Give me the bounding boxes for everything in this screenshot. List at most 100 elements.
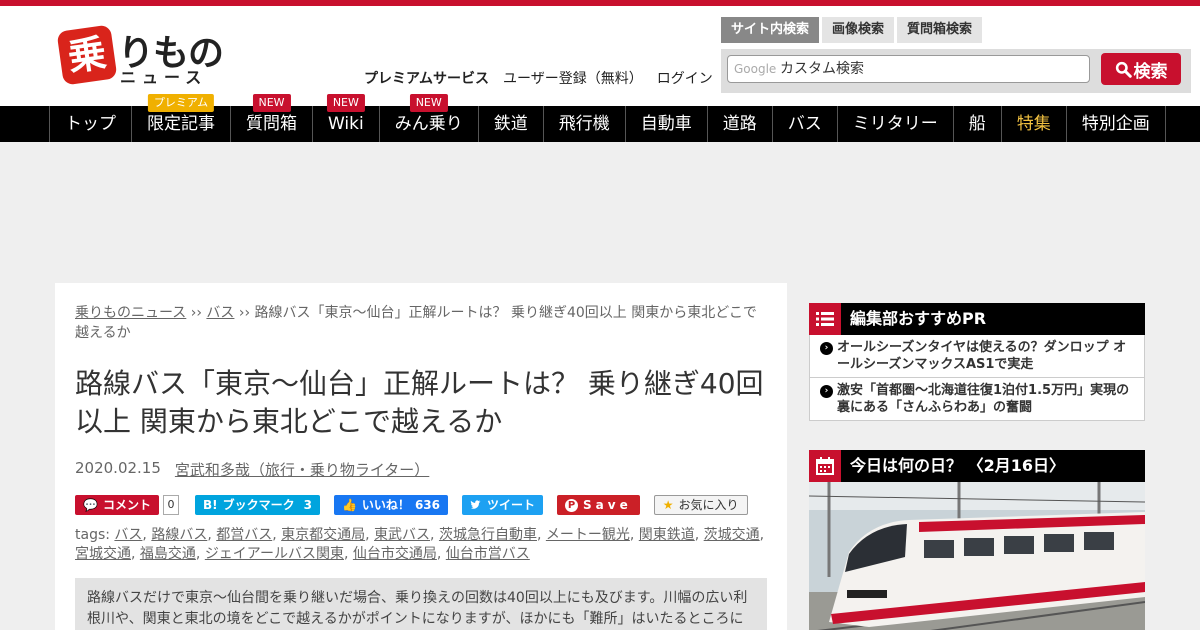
tag-link[interactable]: 仙台市営バス xyxy=(446,546,530,562)
list-icon xyxy=(809,303,841,335)
tag-link[interactable]: ジェイアールバス関東 xyxy=(205,546,344,562)
tag-link[interactable]: 宮城交通 xyxy=(75,546,131,562)
article-author[interactable]: 宮武和多哉（旅行・乗り物ライター） xyxy=(175,459,429,480)
tag-link[interactable]: 福島交通 xyxy=(140,546,196,562)
recommend-item-text: 激安「首都圏～北海道往復1泊付1.5万円」実現の裏にある「さんふらわあ」の奮闘 xyxy=(837,383,1130,415)
tag-link[interactable]: 仙台市交通局 xyxy=(353,546,437,562)
recommend-item[interactable]: › オールシーズンタイヤは使えるの？ダンロップ オールシーズンマックスAS1で実… xyxy=(809,335,1145,378)
today-panel-title: 今日は何の日？ 〈2月16日〉 xyxy=(850,456,1065,475)
nav-item-feature[interactable]: 特集 xyxy=(1002,106,1067,142)
nav-item-label: 鉄道 xyxy=(493,114,528,134)
nav-item-label: 飛行機 xyxy=(558,114,610,134)
search-placeholder: カスタム検索 xyxy=(780,61,864,77)
sidebar: 編集部おすすめPR › オールシーズンタイヤは使えるの？ダンロップ オールシーズ… xyxy=(809,303,1145,630)
today-panel: 今日は何の日？ 〈2月16日〉 xyxy=(809,450,1145,630)
tag-link[interactable]: バス xyxy=(114,527,142,543)
nav-item-military[interactable]: ミリタリー xyxy=(838,106,954,142)
main-nav: トップ 限定記事 プレミアム 質問箱 NEW Wiki NEW みん乗り NEW 鉄道 飛行機 自動車… xyxy=(0,94,1200,142)
calendar-icon xyxy=(809,450,841,482)
breadcrumb-home[interactable]: 乗りものニュース xyxy=(75,305,186,321)
tab-question-search[interactable]: 質問箱検索 xyxy=(897,17,983,43)
thumbs-up-icon: 👍 xyxy=(341,498,357,512)
nav-item-premium-articles[interactable]: 限定記事 プレミアム xyxy=(132,94,231,142)
site-logo[interactable]: 乗 りもの ニュース xyxy=(56,24,230,87)
register-link[interactable]: ユーザー登録（無料） xyxy=(503,68,643,88)
chevron-right-icon: › xyxy=(820,385,833,398)
nav-item-railway[interactable]: 鉄道 xyxy=(479,106,544,142)
tab-site-search[interactable]: サイト内検索 xyxy=(721,17,820,43)
tag-link[interactable]: メートー観光 xyxy=(546,527,630,543)
tab-image-search[interactable]: 画像検索 xyxy=(822,17,895,43)
search-icon xyxy=(1115,61,1132,78)
logo-subtext: ニュース xyxy=(120,68,208,87)
recommend-panel-header: 編集部おすすめPR xyxy=(809,303,1145,335)
nav-item-questions[interactable]: 質問箱 NEW xyxy=(231,94,313,142)
nav-item-ship[interactable]: 船 xyxy=(954,106,1002,142)
premium-badge: プレミアム xyxy=(147,94,215,112)
tag-link[interactable]: 路線バス xyxy=(151,527,207,543)
tags-label: tags: xyxy=(75,527,110,543)
login-link[interactable]: ログイン xyxy=(657,68,713,88)
nav-item-road[interactable]: 道路 xyxy=(708,106,773,142)
nav-item-label: Wiki xyxy=(328,114,364,134)
chevron-right-icon: › xyxy=(820,342,833,355)
favorite-button[interactable]: ★ お気に入り xyxy=(653,495,748,515)
comment-count: 0 xyxy=(162,495,179,515)
comment-button[interactable]: 💬 コメント xyxy=(75,495,159,515)
new-badge: NEW xyxy=(409,94,448,112)
nav-item-label: 道路 xyxy=(722,114,757,134)
logo-badge: 乗 xyxy=(56,24,118,86)
bookmark-count: 3 xyxy=(303,498,312,512)
train-photo[interactable] xyxy=(809,482,1145,630)
breadcrumb-category[interactable]: バス xyxy=(206,305,234,321)
nav-item-label: 特集 xyxy=(1016,114,1051,134)
pinterest-save-button[interactable]: P Save xyxy=(557,495,640,515)
nav-item-minnori[interactable]: みん乗り NEW xyxy=(380,94,479,142)
nav-item-label: 質問箱 xyxy=(246,114,297,134)
tag-link[interactable]: 東京都交通局 xyxy=(281,527,365,543)
favorite-label: お気に入り xyxy=(678,498,739,512)
pinterest-icon: P xyxy=(565,498,579,512)
tag-link[interactable]: 都営バス xyxy=(216,527,272,543)
premium-service-link[interactable]: プレミアムサービス xyxy=(364,68,489,88)
nav-item-airplane[interactable]: 飛行機 xyxy=(544,106,626,142)
tweet-label: ツイート xyxy=(487,498,536,512)
tag-link[interactable]: 関東鉄道 xyxy=(639,527,695,543)
nav-item-label: ミリタリー xyxy=(852,114,938,134)
twitter-bird-icon xyxy=(470,500,481,509)
tag-link[interactable]: 茨城急行自動車 xyxy=(439,527,537,543)
hatena-bookmark-button[interactable]: B! ブックマーク 3 xyxy=(194,495,320,515)
nav-item-label: バス xyxy=(787,114,822,134)
nav-item-label: 特別企画 xyxy=(1081,114,1150,134)
breadcrumb-separator: ›› xyxy=(186,305,207,321)
article-meta: 2020.02.15 宮武和多哉（旅行・乗り物ライター） xyxy=(75,459,767,480)
social-buttons: 💬 コメント 0 B! ブックマーク 3 👍 いいね！ 636 ツイート P S… xyxy=(75,494,767,516)
nav-item-wiki[interactable]: Wiki NEW xyxy=(313,94,380,142)
breadcrumb: 乗りものニュース ›› バス ›› 路線バス「東京～仙台」正解ルートは？ 乗り継… xyxy=(75,303,767,343)
nav-item-car[interactable]: 自動車 xyxy=(626,106,708,142)
nav-item-special[interactable]: 特別企画 xyxy=(1067,106,1166,142)
google-watermark: Google xyxy=(734,62,777,76)
search-button[interactable]: 検索 xyxy=(1101,53,1181,85)
comment-icon: 💬 xyxy=(83,498,98,512)
save-label: Save xyxy=(583,498,632,512)
like-label: いいね！ xyxy=(361,498,410,512)
nav-item-label: トップ xyxy=(65,114,116,134)
facebook-like-button[interactable]: 👍 いいね！ 636 xyxy=(333,495,448,515)
nav-item-bus[interactable]: バス xyxy=(773,106,838,142)
header-links: プレミアムサービス ユーザー登録（無料） ログイン xyxy=(364,68,713,88)
comment-label: コメント xyxy=(102,498,151,512)
tag-link[interactable]: 東武バス xyxy=(374,527,430,543)
tag-link[interactable]: 茨城交通 xyxy=(704,527,760,543)
tweet-button[interactable]: ツイート xyxy=(462,495,544,515)
search-tabs: サイト内検索 画像検索 質問箱検索 xyxy=(721,17,983,43)
article-summary: 路線バスだけで東京～仙台間を乗り継いだ場合、乗り換えの回数は40回以上にも及びま… xyxy=(75,578,767,630)
recommend-item[interactable]: › 激安「首都圏～北海道往復1泊付1.5万円」実現の裏にある「さんふらわあ」の奮… xyxy=(809,378,1145,421)
like-count: 636 xyxy=(414,498,440,512)
nav-item-top[interactable]: トップ xyxy=(50,106,132,142)
article-tags: tags: バス, 路線バス, 都営バス, 東京都交通局, 東武バス, 茨城急行… xyxy=(75,527,765,562)
bookmark-label: ブックマーク xyxy=(222,498,295,512)
article-title: 路線バス「東京～仙台」正解ルートは？ 乗り継ぎ40回以上 関東から東北どこで越え… xyxy=(75,367,764,438)
train-illustration xyxy=(809,482,1145,630)
search-input[interactable]: Google カスタム検索 xyxy=(727,55,1090,83)
